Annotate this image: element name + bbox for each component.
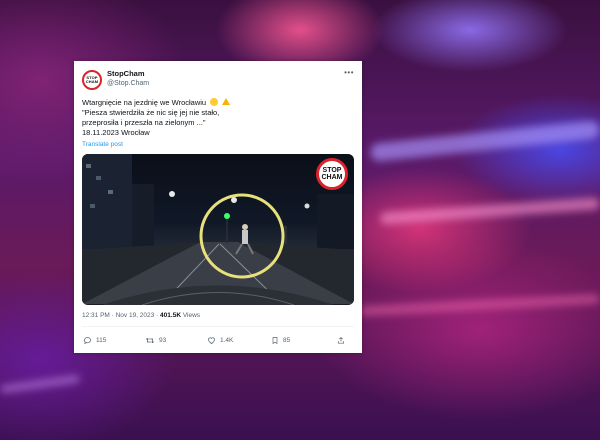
pedestrian [242, 230, 248, 244]
pedestrian-head [242, 224, 248, 230]
stopcham-logo-stop: STOP [322, 167, 342, 174]
more-icon[interactable]: ••• [344, 68, 354, 77]
views-label: Views [181, 312, 201, 319]
stopcham-logo-cham: CHAM [321, 174, 343, 181]
bookmark-count: 85 [283, 337, 291, 344]
background-photo: STOP CHAM StopCham @Stop.Cham ••• Wtargn… [0, 0, 600, 440]
tweet-header: STOP CHAM StopCham @Stop.Cham ••• [82, 68, 354, 95]
bookmark-button[interactable]: 85 [271, 336, 337, 345]
left-building [82, 154, 132, 249]
tweet-text-line-2: "Piesza stwierdziła że nic się jej nie s… [82, 108, 220, 117]
police-light-streak [359, 293, 600, 317]
police-light-streak [369, 120, 600, 162]
tweet-text-line-4: 18.11.2023 Wrocław [82, 128, 150, 137]
street-lamp [304, 203, 310, 209]
share-button[interactable] [337, 336, 349, 345]
tweet-meta: 12:31 PM · Nov 19, 2023 · 401.5K Views [82, 311, 354, 320]
retweet-count: 93 [159, 337, 167, 344]
tweet-text: Wtargnięcie na jezdnię we Wrocławiu "Pie… [82, 98, 354, 138]
divider [82, 326, 354, 327]
reply-count: 115 [96, 337, 107, 344]
share-icon [338, 337, 344, 344]
tweet-video[interactable]: STOP CHAM [82, 154, 354, 305]
street-lamp [169, 191, 175, 197]
author-names: StopCham @Stop.Cham [107, 69, 344, 88]
building-window [108, 190, 113, 194]
display-name[interactable]: StopCham [107, 69, 344, 79]
traffic-light-green [224, 213, 230, 219]
scared-emoji-icon [210, 98, 219, 106]
post-timestamp[interactable]: 12:31 PM · Nov 19, 2023 · [82, 312, 160, 319]
view-count: 401.5K [160, 312, 182, 319]
tweet-text-line-3: przeprosiła i przeszła na zielonym ..." [82, 118, 206, 127]
tweet-card: STOP CHAM StopCham @Stop.Cham ••• Wtargn… [74, 61, 362, 353]
avatar[interactable]: STOP CHAM [82, 70, 102, 90]
reply-button[interactable]: 115 [83, 336, 145, 345]
like-count: 1.4K [220, 337, 234, 344]
bookmark-icon [272, 337, 278, 345]
tweet-text-line-1: Wtargnięcie na jezdnię we Wrocławiu [82, 98, 207, 107]
police-light-streak [0, 374, 81, 394]
police-light-streak [379, 197, 600, 225]
avatar-text-cham: CHAM [85, 79, 99, 84]
tower-building [132, 184, 154, 249]
building-window [96, 176, 101, 180]
dashcam-scene [82, 154, 354, 305]
retweet-button[interactable]: 93 [145, 336, 207, 345]
like-button[interactable]: 1.4K [207, 336, 271, 345]
like-icon [208, 337, 215, 344]
stopcham-logo: STOP CHAM [316, 158, 348, 190]
right-building [317, 194, 354, 249]
action-bar: 115 93 1.4K 85 [82, 336, 354, 345]
street-lamp [231, 197, 237, 203]
retweet-icon [145, 337, 155, 344]
reply-icon [84, 337, 91, 345]
building-window [90, 204, 95, 208]
user-handle[interactable]: @Stop.Cham [107, 79, 344, 88]
translate-post-link[interactable]: Translate post [82, 140, 354, 149]
building-window [86, 164, 91, 168]
warning-emoji-icon [222, 98, 231, 105]
